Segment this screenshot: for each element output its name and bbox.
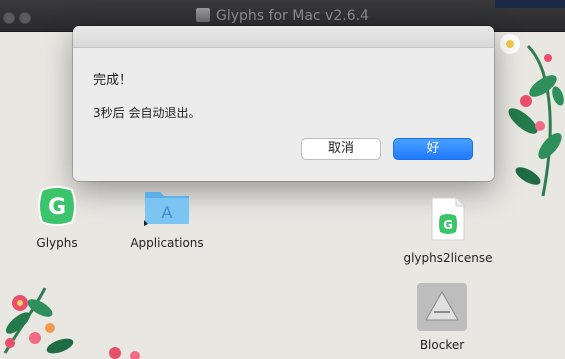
titlebar-accent-strip — [495, 0, 565, 8]
svg-text:G: G — [48, 195, 66, 220]
floral-wallpaper-decoration-bottom-left — [3, 287, 140, 359]
dialog-message: 3秒后 会自动退出。 — [93, 106, 201, 120]
disk-image-icon — [196, 8, 211, 22]
window-title-area: Glyphs for Mac v2.6.4 — [0, 8, 565, 24]
glyphs-license-file-icon: G — [431, 197, 465, 241]
dialog-title: 完成！ — [93, 73, 133, 88]
blocker-app-icon — [417, 283, 467, 331]
applications-folder-icon: A — [144, 192, 189, 226]
desktop-icon-label: glyphs2license — [403, 251, 493, 265]
ok-button[interactable]: 好 — [393, 138, 473, 160]
glyphs-app-icon: G — [38, 186, 76, 226]
svg-text:G: G — [443, 218, 453, 232]
desktop-icon-label: Blocker — [419, 338, 465, 352]
svg-text:A: A — [162, 203, 173, 222]
desktop-icon-label: Applications — [130, 236, 204, 250]
floral-wallpaper-decoration-right — [500, 34, 564, 197]
dialog-titlebar — [73, 26, 494, 48]
cancel-button[interactable]: 取消 — [301, 138, 381, 160]
desktop-icon-label: Glyphs — [36, 236, 78, 250]
window-title: Glyphs for Mac v2.6.4 — [216, 8, 369, 24]
